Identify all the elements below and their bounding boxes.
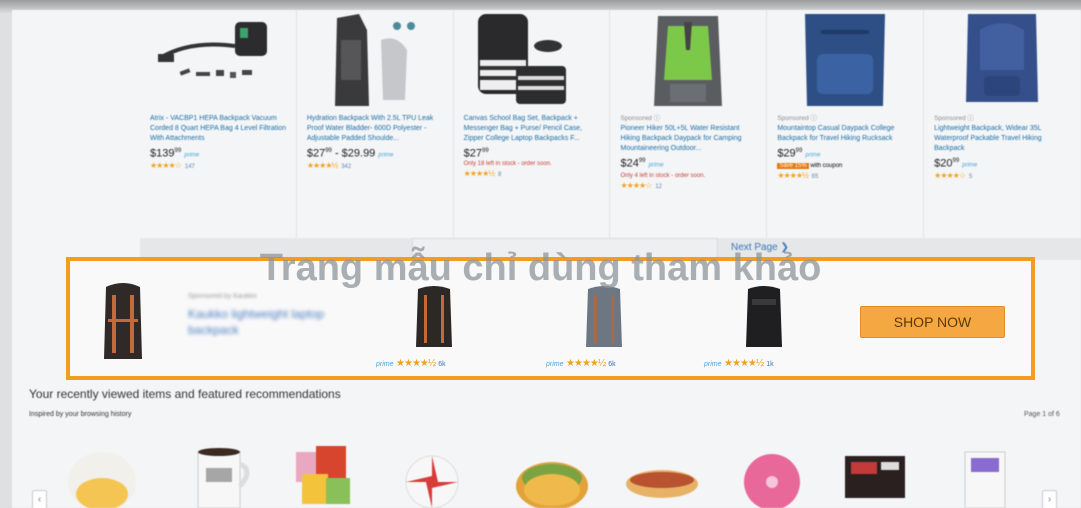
hotdog-plush-image[interactable] xyxy=(622,438,702,508)
product-thumbnail-black-backpack[interactable] xyxy=(412,285,456,349)
review-count[interactable]: 342 xyxy=(341,164,351,170)
prime-badge: prime xyxy=(546,361,564,368)
prime-badge: prime xyxy=(704,361,722,368)
review-count[interactable]: 8 xyxy=(498,172,501,178)
prime-badge: prime xyxy=(376,361,394,368)
coupon-notice: Save 15% with coupon xyxy=(777,162,843,169)
vacuum-kit-image[interactable] xyxy=(140,10,297,112)
product-card[interactable]: Hydration Backpack With 2.5L TPU Leak Pr… xyxy=(297,10,454,238)
donut-plush-image[interactable] xyxy=(732,438,812,508)
sponsored-label: Sponsored ⓘ xyxy=(777,115,818,122)
chevron-left-icon: ‹ xyxy=(37,494,42,505)
star-rating: ★★★★½ xyxy=(724,358,764,369)
taco-plush-image[interactable] xyxy=(512,438,592,508)
star-rating[interactable]: ★★★★½ xyxy=(464,169,495,178)
blue-travel-backpack-image[interactable] xyxy=(924,10,1081,112)
review-count[interactable]: 5 xyxy=(969,174,972,180)
shop-now-button[interactable]: SHOP NOW xyxy=(860,306,1005,338)
card-game-image[interactable] xyxy=(282,438,362,508)
star-rating[interactable]: ★★★★½ xyxy=(307,161,338,170)
chevron-right-icon: › xyxy=(1047,494,1052,505)
banner-item-rating[interactable]: prime ★★★★½ 1k xyxy=(704,358,774,369)
peppermint-plush-image[interactable] xyxy=(392,438,472,508)
prime-badge: prime xyxy=(378,152,394,159)
prime-badge: prime xyxy=(962,162,978,169)
green-hiking-backpack-image[interactable] xyxy=(610,10,767,112)
star-rating[interactable]: ★★★★☆ xyxy=(934,171,966,180)
banner-item-rating[interactable]: prime ★★★★½ 6k xyxy=(376,358,446,369)
product-card[interactable]: Sponsored ⓘ Pioneer Hiker 50L+5L Water R… xyxy=(610,10,768,238)
product-title-link[interactable]: Mountaintop Casual Daypack College Backp… xyxy=(777,124,915,144)
recommendations-carousel xyxy=(42,438,1072,508)
banner-item-rating[interactable]: prime ★★★★½ 6k xyxy=(546,358,616,369)
brand-headline-link[interactable]: Kaukko lightweight laptop backpack xyxy=(188,306,358,338)
product-price: $2799 xyxy=(463,147,489,160)
product-title-link[interactable]: Pioneer Hiker 50L+5L Water Resistant Hik… xyxy=(620,124,758,154)
review-count: 6k xyxy=(608,361,616,368)
carousel-next-button[interactable]: › xyxy=(1042,490,1057,508)
product-card[interactable]: Sponsored ⓘ Lightweight Backpack, Widear… xyxy=(924,10,1081,238)
product-price: $2799 - $29.99 prime xyxy=(306,147,394,160)
prime-badge: prime xyxy=(805,152,821,159)
review-count[interactable]: 12 xyxy=(655,184,662,190)
card-box-image[interactable] xyxy=(957,438,1037,508)
sponsored-label: Sponsored ⓘ xyxy=(934,115,974,122)
product-price: $2499 prime xyxy=(620,157,664,170)
hydration-backpack-image[interactable] xyxy=(297,10,454,112)
recently-viewed-subheading: Inspired by your browsing history xyxy=(29,411,132,418)
star-rating[interactable]: ★★★★☆ xyxy=(150,161,182,170)
review-count[interactable]: 65 xyxy=(812,174,819,180)
product-card[interactable]: Atrix - VACBP1 HEPA Backpack Vacuum Cord… xyxy=(140,10,297,238)
stock-notice: Only 18 left in stock - order soon. xyxy=(463,160,552,167)
next-page-link[interactable]: Next Page ❯ xyxy=(731,242,789,253)
product-thumbnail-grey-backpack[interactable] xyxy=(582,285,626,349)
star-rating: ★★★★½ xyxy=(566,358,606,369)
carousel-prev-button[interactable]: ‹ xyxy=(32,490,47,508)
product-price: $13999 prime xyxy=(150,147,200,160)
recently-viewed-heading: Your recently viewed items and featured … xyxy=(29,387,341,401)
product-price: $2099 prime xyxy=(934,157,978,170)
navy-daypack-image[interactable] xyxy=(767,10,924,112)
star-rating[interactable]: ★★★★☆ xyxy=(620,181,652,190)
coffee-mug-image[interactable] xyxy=(182,438,262,508)
product-grid: Atrix - VACBP1 HEPA Backpack Vacuum Cord… xyxy=(140,10,1081,238)
sponsored-label: Sponsored ⓘ xyxy=(620,115,661,122)
brand-backpack-image[interactable] xyxy=(98,281,148,361)
product-thumbnail-dark-backpack[interactable] xyxy=(742,285,786,349)
prime-badge: prime xyxy=(184,152,200,159)
product-title-link[interactable]: Atrix - VACBP1 HEPA Backpack Vacuum Cord… xyxy=(150,114,288,144)
star-rating[interactable]: ★★★★½ xyxy=(777,171,808,180)
product-title-link[interactable]: Lightweight Backpack, Widear 35L Waterpr… xyxy=(934,124,1073,154)
star-rating: ★★★★½ xyxy=(396,358,436,369)
product-card[interactable]: Canvas School Bag Set, Backpack + Messen… xyxy=(454,10,611,238)
product-price: $2999 prime xyxy=(777,147,821,160)
canvas-bag-set-image[interactable] xyxy=(454,10,611,112)
review-count[interactable]: 147 xyxy=(185,164,195,170)
review-count: 6k xyxy=(438,361,446,368)
prime-badge: prime xyxy=(648,162,664,169)
product-title-link[interactable]: Hydration Backpack With 2.5L TPU Leak Pr… xyxy=(307,114,445,144)
plush-toy-image[interactable] xyxy=(62,438,142,508)
party-game-box-image[interactable] xyxy=(837,438,917,508)
stock-notice: Only 4 left in stock - order soon. xyxy=(620,172,706,179)
sponsored-by-label: Sponsored by Kaukko xyxy=(188,293,257,300)
product-card[interactable]: Sponsored ⓘ Mountaintop Casual Daypack C… xyxy=(767,10,925,238)
review-count: 1k xyxy=(766,361,774,368)
sponsored-brand-banner[interactable]: Sponsored by Kaukko Kaukko lightweight l… xyxy=(66,257,1035,380)
carousel-page-indicator: Page 1 of 6 xyxy=(1024,411,1060,418)
product-title-link[interactable]: Canvas School Bag Set, Backpack + Messen… xyxy=(464,114,602,144)
